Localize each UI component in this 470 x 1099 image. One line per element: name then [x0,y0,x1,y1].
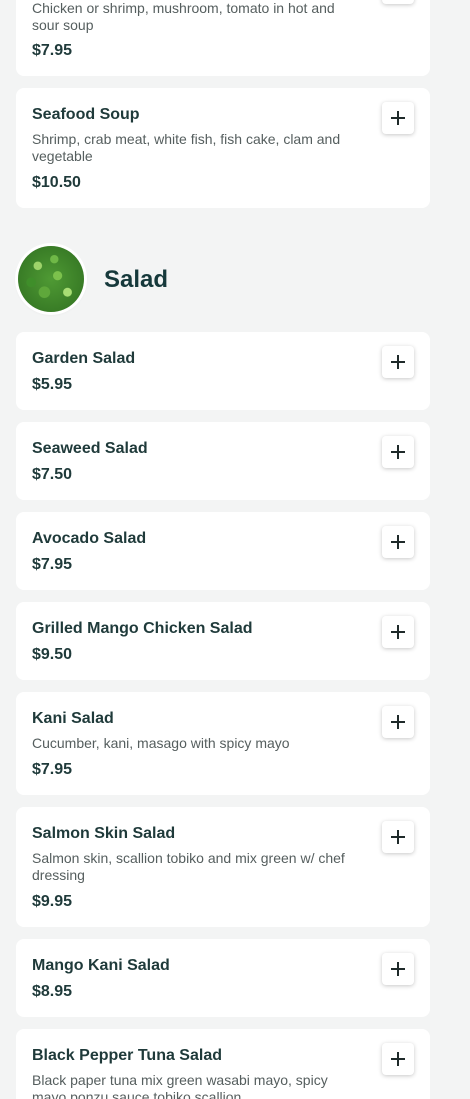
item-price: $9.50 [32,646,73,663]
item-price: $7.95 [32,761,73,778]
section-header-salad: Salad [16,244,430,316]
item-description: Chicken or shrimp, mushroom, tomato in h… [32,0,335,33]
item-description: Black paper tuna mix green wasabi mayo, … [32,1072,328,1099]
item-name: Seafood Soup [32,106,140,123]
menu-item-card[interactable]: Seafood Soup Shrimp, crab meat, white fi… [16,88,430,208]
menu-item-card[interactable]: Salmon Skin Salad Salmon skin, scallion … [16,807,430,927]
add-button[interactable] [382,1043,414,1075]
plus-icon [391,445,405,459]
add-button[interactable] [382,706,414,738]
item-price: $10.50 [32,174,81,191]
item-description: Cucumber, kani, masago with spicy mayo [32,735,290,751]
plus-icon [391,1052,405,1066]
add-button[interactable] [382,0,414,4]
item-price: $7.95 [32,556,73,573]
menu-item-card[interactable]: Mango Kani Salad $8.95 [16,939,430,1017]
item-name: Seaweed Salad [32,440,148,457]
item-description: Shrimp, crab meat, white fish, fish cake… [32,131,341,164]
menu-item-card[interactable]: Garden Salad $5.95 [16,332,430,410]
menu-item-card[interactable]: Seaweed Salad $7.50 [16,422,430,500]
item-price: $5.95 [32,376,73,393]
plus-icon [391,111,405,125]
plus-icon [391,355,405,369]
section-title: Salad [104,266,169,293]
item-name: Garden Salad [32,350,136,367]
item-price: $7.50 [32,466,73,483]
add-button[interactable] [382,616,414,648]
item-price: $9.95 [32,893,73,910]
item-name: Kani Salad [32,710,114,727]
menu-item-card[interactable]: Chicken or shrimp, mushroom, tomato in h… [16,0,430,76]
plus-icon [391,830,405,844]
item-name: Salmon Skin Salad [32,825,176,842]
item-name: Grilled Mango Chicken Salad [32,620,253,637]
item-name: Black Pepper Tuna Salad [32,1047,222,1064]
add-button[interactable] [382,436,414,468]
menu-item-card[interactable]: Grilled Mango Chicken Salad $9.50 [16,602,430,680]
plus-icon [391,715,405,729]
item-price: $7.95 [32,42,73,59]
item-price: $8.95 [32,983,73,1000]
item-description: Salmon skin, scallion tobiko and mix gre… [32,850,345,883]
add-button[interactable] [382,953,414,985]
plus-icon [391,962,405,976]
add-button[interactable] [382,526,414,558]
plus-icon [391,625,405,639]
add-button[interactable] [382,346,414,378]
add-button[interactable] [382,821,414,853]
item-name: Avocado Salad [32,530,147,547]
add-button[interactable] [382,102,414,134]
menu-item-card[interactable]: Kani Salad Cucumber, kani, masago with s… [16,692,430,795]
menu-item-card[interactable]: Black Pepper Tuna Salad Black paper tuna… [16,1029,430,1099]
plus-icon [391,535,405,549]
item-name: Mango Kani Salad [32,957,170,974]
menu-item-card[interactable]: Avocado Salad $7.95 [16,512,430,590]
seaweed-salad-image [18,246,84,312]
